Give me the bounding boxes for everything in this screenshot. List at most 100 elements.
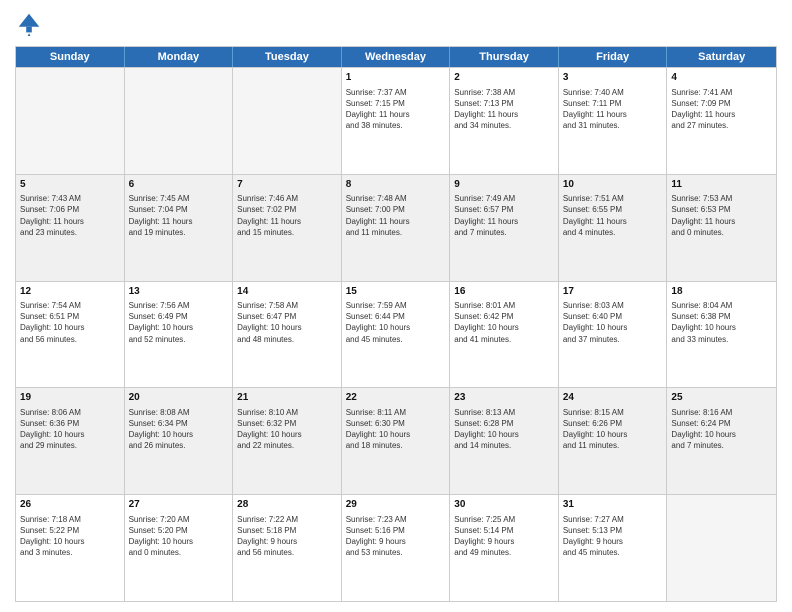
cal-cell-4-3: 29 Sunrise: 7:23 AM Sunset: 5:16 PM Dayli… bbox=[342, 495, 451, 601]
header-day-friday: Friday bbox=[559, 47, 668, 67]
cell-info: Sunrise: 7:56 AM Sunset: 6:49 PM Dayligh… bbox=[129, 300, 229, 345]
cell-info: Sunrise: 8:16 AM Sunset: 6:24 PM Dayligh… bbox=[671, 407, 772, 452]
day-number: 24 bbox=[563, 391, 663, 405]
cell-info: Sunrise: 7:51 AM Sunset: 6:55 PM Dayligh… bbox=[563, 193, 663, 238]
logo: ▲ bbox=[15, 10, 47, 38]
day-number: 28 bbox=[237, 498, 337, 512]
day-number: 10 bbox=[563, 178, 663, 192]
cell-info: Sunrise: 7:58 AM Sunset: 6:47 PM Dayligh… bbox=[237, 300, 337, 345]
cal-cell-3-0: 19 Sunrise: 8:06 AM Sunset: 6:36 PM Dayli… bbox=[16, 388, 125, 494]
day-number: 8 bbox=[346, 178, 446, 192]
day-number: 27 bbox=[129, 498, 229, 512]
calendar: SundayMondayTuesdayWednesdayThursdayFrid… bbox=[15, 46, 777, 602]
cell-info: Sunrise: 7:38 AM Sunset: 7:13 PM Dayligh… bbox=[454, 87, 554, 132]
cal-cell-0-6: 4Sunrise: 7:41 AM Sunset: 7:09 PM Daylig… bbox=[667, 68, 776, 174]
header-day-saturday: Saturday bbox=[667, 47, 776, 67]
cal-cell-4-5: 31Sunrise: 7:27 AM Sunset: 5:13 PM Dayli… bbox=[559, 495, 668, 601]
day-number: 3 bbox=[563, 71, 663, 85]
cell-info: Sunrise: 7:49 AM Sunset: 6:57 PM Dayligh… bbox=[454, 193, 554, 238]
day-number: 21 bbox=[237, 391, 337, 405]
cell-info: Sunrise: 7:23 AM Sunset: 5:16 PM Dayligh… bbox=[346, 514, 446, 559]
header-day-sunday: Sunday bbox=[16, 47, 125, 67]
day-number: 29 bbox=[346, 498, 446, 512]
day-number: 16 bbox=[454, 285, 554, 299]
cal-cell-1-5: 10Sunrise: 7:51 AM Sunset: 6:55 PM Dayli… bbox=[559, 175, 668, 281]
cal-cell-0-5: 3 Sunrise: 7:40 AM Sunset: 7:11 PM Daylig… bbox=[559, 68, 668, 174]
cell-info: Sunrise: 8:08 AM Sunset: 6:34 PM Dayligh… bbox=[129, 407, 229, 452]
cal-cell-4-2: 28 Sunrise: 7:22 AM Sunset: 5:18 PM Dayli… bbox=[233, 495, 342, 601]
day-number: 12 bbox=[20, 285, 120, 299]
cell-info: Sunrise: 7:27 AM Sunset: 5:13 PM Dayligh… bbox=[563, 514, 663, 559]
header-day-monday: Monday bbox=[125, 47, 234, 67]
cal-cell-3-4: 23Sunrise: 8:13 AM Sunset: 6:28 PM Dayli… bbox=[450, 388, 559, 494]
cal-cell-3-1: 20 Sunrise: 8:08 AM Sunset: 6:34 PM Dayli… bbox=[125, 388, 234, 494]
cell-info: Sunrise: 8:11 AM Sunset: 6:30 PM Dayligh… bbox=[346, 407, 446, 452]
day-number: 4 bbox=[671, 71, 772, 85]
day-number: 14 bbox=[237, 285, 337, 299]
cell-info: Sunrise: 7:18 AM Sunset: 5:22 PM Dayligh… bbox=[20, 514, 120, 559]
header: ▲ bbox=[15, 10, 777, 38]
cell-info: Sunrise: 7:22 AM Sunset: 5:18 PM Dayligh… bbox=[237, 514, 337, 559]
day-number: 23 bbox=[454, 391, 554, 405]
cal-cell-1-3: 8Sunrise: 7:48 AM Sunset: 7:00 PM Daylig… bbox=[342, 175, 451, 281]
cal-cell-2-0: 12Sunrise: 7:54 AM Sunset: 6:51 PM Dayli… bbox=[16, 282, 125, 388]
page: ▲ SundayMondayTuesdayWednesdayThursdayFr… bbox=[0, 0, 792, 612]
day-number: 25 bbox=[671, 391, 772, 405]
cell-info: Sunrise: 7:46 AM Sunset: 7:02 PM Dayligh… bbox=[237, 193, 337, 238]
cal-cell-0-2 bbox=[233, 68, 342, 174]
cal-cell-2-6: 18Sunrise: 8:04 AM Sunset: 6:38 PM Dayli… bbox=[667, 282, 776, 388]
day-number: 9 bbox=[454, 178, 554, 192]
calendar-row-2: 12Sunrise: 7:54 AM Sunset: 6:51 PM Dayli… bbox=[16, 281, 776, 388]
day-number: 20 bbox=[129, 391, 229, 405]
day-number: 26 bbox=[20, 498, 120, 512]
day-number: 18 bbox=[671, 285, 772, 299]
cal-cell-4-1: 27 Sunrise: 7:20 AM Sunset: 5:20 PM Dayli… bbox=[125, 495, 234, 601]
cell-info: Sunrise: 8:01 AM Sunset: 6:42 PM Dayligh… bbox=[454, 300, 554, 345]
day-number: 22 bbox=[346, 391, 446, 405]
day-number: 5 bbox=[20, 178, 120, 192]
cal-cell-4-6 bbox=[667, 495, 776, 601]
cell-info: Sunrise: 7:40 AM Sunset: 7:11 PM Dayligh… bbox=[563, 87, 663, 132]
day-number: 19 bbox=[20, 391, 120, 405]
cell-info: Sunrise: 8:15 AM Sunset: 6:26 PM Dayligh… bbox=[563, 407, 663, 452]
day-number: 15 bbox=[346, 285, 446, 299]
day-number: 1 bbox=[346, 71, 446, 85]
cal-cell-0-0 bbox=[16, 68, 125, 174]
cal-cell-0-1 bbox=[125, 68, 234, 174]
header-day-tuesday: Tuesday bbox=[233, 47, 342, 67]
day-number: 30 bbox=[454, 498, 554, 512]
cal-cell-1-2: 7Sunrise: 7:46 AM Sunset: 7:02 PM Daylig… bbox=[233, 175, 342, 281]
cal-cell-2-5: 17Sunrise: 8:03 AM Sunset: 6:40 PM Dayli… bbox=[559, 282, 668, 388]
day-number: 13 bbox=[129, 285, 229, 299]
cal-cell-2-2: 14Sunrise: 7:58 AM Sunset: 6:47 PM Dayli… bbox=[233, 282, 342, 388]
day-number: 7 bbox=[237, 178, 337, 192]
calendar-row-1: 5Sunrise: 7:43 AM Sunset: 7:06 PM Daylig… bbox=[16, 174, 776, 281]
cal-cell-3-5: 24 Sunrise: 8:15 AM Sunset: 6:26 PM Dayli… bbox=[559, 388, 668, 494]
cal-cell-0-3: 1 Sunrise: 7:37 AM Sunset: 7:15 PM Daylig… bbox=[342, 68, 451, 174]
cal-cell-0-4: 2Sunrise: 7:38 AM Sunset: 7:13 PM Daylig… bbox=[450, 68, 559, 174]
cell-info: Sunrise: 7:45 AM Sunset: 7:04 PM Dayligh… bbox=[129, 193, 229, 238]
logo-icon: ▲ bbox=[15, 10, 43, 38]
calendar-header: SundayMondayTuesdayWednesdayThursdayFrid… bbox=[16, 47, 776, 67]
day-number: 11 bbox=[671, 178, 772, 192]
cell-info: Sunrise: 7:20 AM Sunset: 5:20 PM Dayligh… bbox=[129, 514, 229, 559]
cell-info: Sunrise: 8:06 AM Sunset: 6:36 PM Dayligh… bbox=[20, 407, 120, 452]
cell-info: Sunrise: 7:43 AM Sunset: 7:06 PM Dayligh… bbox=[20, 193, 120, 238]
cell-info: Sunrise: 7:53 AM Sunset: 6:53 PM Dayligh… bbox=[671, 193, 772, 238]
day-number: 6 bbox=[129, 178, 229, 192]
cal-cell-3-6: 25 Sunrise: 8:16 AM Sunset: 6:24 PM Dayli… bbox=[667, 388, 776, 494]
calendar-row-3: 19 Sunrise: 8:06 AM Sunset: 6:36 PM Dayli… bbox=[16, 387, 776, 494]
cal-cell-1-0: 5Sunrise: 7:43 AM Sunset: 7:06 PM Daylig… bbox=[16, 175, 125, 281]
cal-cell-1-1: 6Sunrise: 7:45 AM Sunset: 7:04 PM Daylig… bbox=[125, 175, 234, 281]
cal-cell-1-4: 9Sunrise: 7:49 AM Sunset: 6:57 PM Daylig… bbox=[450, 175, 559, 281]
cell-info: Sunrise: 7:54 AM Sunset: 6:51 PM Dayligh… bbox=[20, 300, 120, 345]
cal-cell-2-3: 15Sunrise: 7:59 AM Sunset: 6:44 PM Dayli… bbox=[342, 282, 451, 388]
cell-info: Sunrise: 7:25 AM Sunset: 5:14 PM Dayligh… bbox=[454, 514, 554, 559]
day-number: 17 bbox=[563, 285, 663, 299]
cell-info: Sunrise: 7:59 AM Sunset: 6:44 PM Dayligh… bbox=[346, 300, 446, 345]
cal-cell-2-4: 16Sunrise: 8:01 AM Sunset: 6:42 PM Dayli… bbox=[450, 282, 559, 388]
cal-cell-4-0: 26 Sunrise: 7:18 AM Sunset: 5:22 PM Dayli… bbox=[16, 495, 125, 601]
cell-info: Sunrise: 8:10 AM Sunset: 6:32 PM Dayligh… bbox=[237, 407, 337, 452]
cell-info: Sunrise: 7:37 AM Sunset: 7:15 PM Dayligh… bbox=[346, 87, 446, 132]
cal-cell-1-6: 11Sunrise: 7:53 AM Sunset: 6:53 PM Dayli… bbox=[667, 175, 776, 281]
